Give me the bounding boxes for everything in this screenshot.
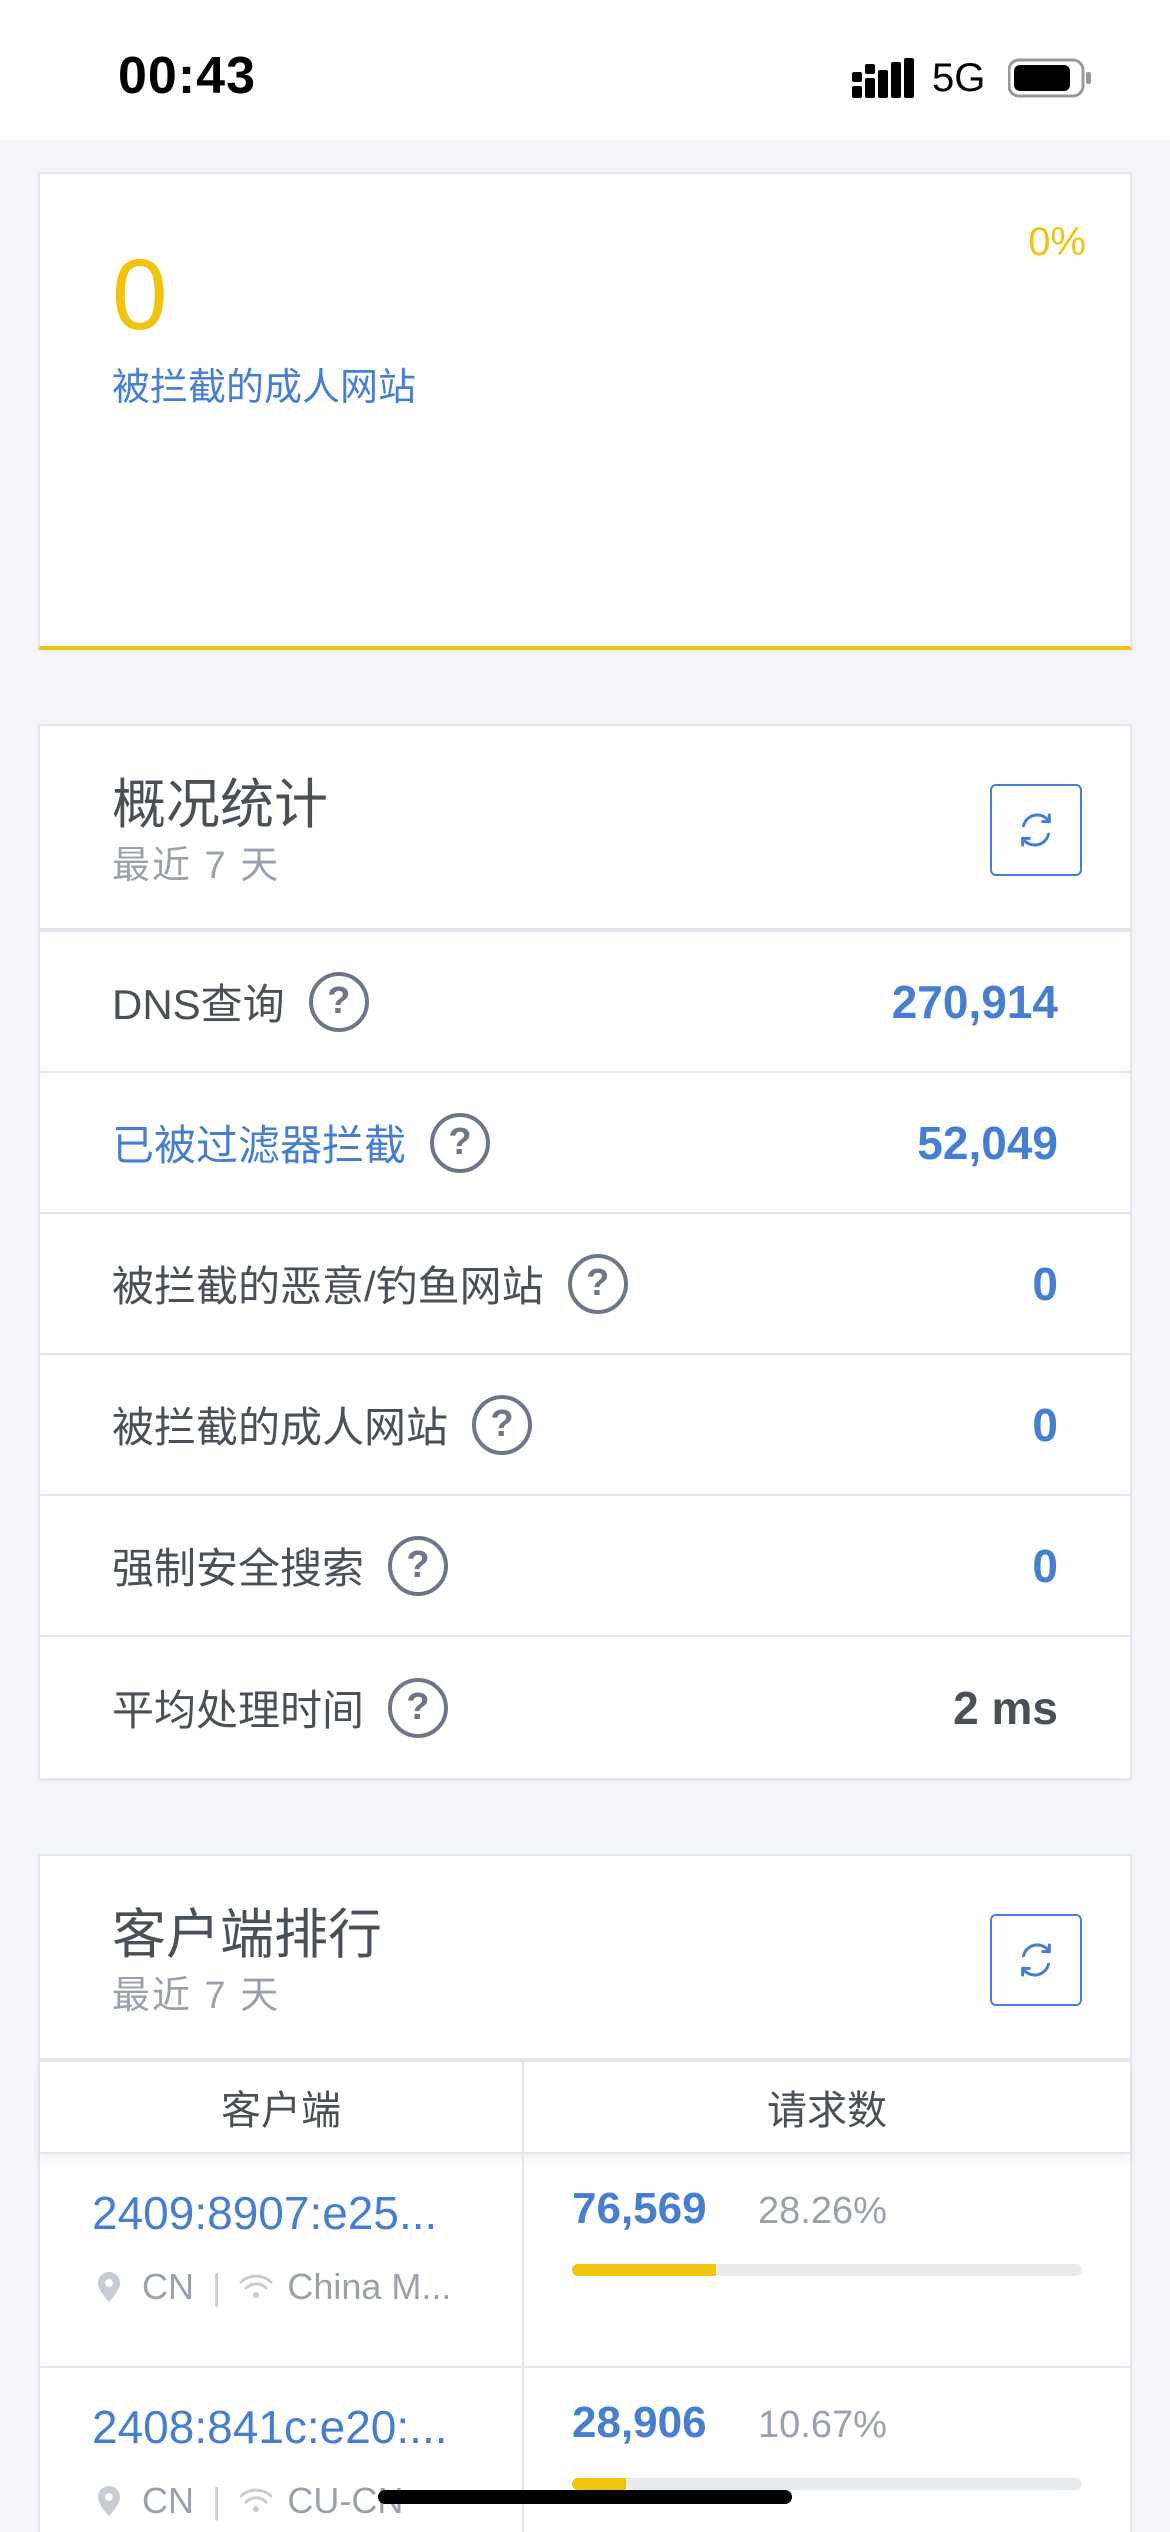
client-country: CN	[142, 2266, 194, 2307]
stat-label: 强制安全搜索	[112, 1545, 365, 1592]
stat-value: 0	[1032, 1257, 1058, 1310]
request-percent: 10.67%	[758, 2404, 887, 2446]
adult-sites-card: 0 被拦截的成人网站 0%	[38, 172, 1132, 650]
home-indicator[interactable]	[378, 2490, 792, 2504]
table-row: 2408:841c:e20:... CN | CU-CN 28,906 10.6…	[40, 2368, 1130, 2532]
battery-icon	[1008, 58, 1091, 98]
overview-title: 概况统计	[112, 775, 328, 835]
overview-refresh-button[interactable]	[990, 784, 1082, 876]
stat-value: 270,914	[891, 975, 1058, 1028]
help-icon[interactable]: ?	[430, 1112, 491, 1173]
signal-icon	[852, 58, 914, 98]
meta-separator: |	[212, 2266, 222, 2307]
stat-row-avg-processing-time: 平均处理时间 ? 2 ms	[40, 1637, 1130, 1778]
adult-sites-label[interactable]: 被拦截的成人网站	[112, 356, 416, 411]
location-pin-icon	[98, 2486, 120, 2516]
overview-header: 概况统计 最近 7 天	[40, 726, 1130, 932]
client-country: CN	[142, 2480, 194, 2521]
stat-label-link[interactable]: 已被过滤器拦截	[112, 1112, 406, 1173]
help-icon[interactable]: ?	[567, 1253, 628, 1314]
requests-cell: 76,569 28.26%	[524, 2154, 1130, 2366]
overview-card: 概况统计 最近 7 天 DNS查询 ? 270,914 已被过滤器拦截 ? 52…	[38, 724, 1132, 1780]
stat-label: DNS查询	[112, 981, 285, 1028]
adult-sites-percent: 0%	[1028, 220, 1086, 264]
client-ip-link[interactable]: 2409:8907:e25...	[92, 2186, 437, 2240]
top-clients-refresh-button[interactable]	[990, 1914, 1082, 2006]
request-progress-bar	[572, 2264, 1082, 2276]
request-percent: 28.26%	[758, 2190, 887, 2232]
status-bar: 00:43 5G	[0, 0, 1170, 140]
network-label: 5G	[932, 56, 986, 100]
column-header-client[interactable]: 客户端	[40, 2062, 524, 2152]
stat-row-adult-sites: 被拦截的成人网站 ? 0	[40, 1355, 1130, 1496]
stat-row-blocked-by-filters: 已被过滤器拦截 ? 52,049	[40, 1073, 1130, 1214]
overview-subtitle: 最近 7 天	[112, 845, 281, 887]
stat-row-malware-phishing: 被拦截的恶意/钓鱼网站 ? 0	[40, 1214, 1130, 1355]
refresh-icon	[1021, 1943, 1051, 1977]
requests-cell: 28,906 10.67%	[524, 2368, 1130, 2532]
help-icon[interactable]: ?	[472, 1394, 533, 1455]
stat-value: 2 ms	[953, 1681, 1058, 1734]
status-time: 00:43	[118, 47, 256, 105]
stat-label: 被拦截的恶意/钓鱼网站	[112, 1263, 544, 1310]
client-ip-link[interactable]: 2408:841c:e20:...	[92, 2400, 448, 2454]
client-cell: 2409:8907:e25... CN | China M...	[40, 2154, 524, 2366]
request-progress-bar	[572, 2478, 1082, 2490]
table-header: 客户端 请求数	[40, 2062, 1130, 2154]
adult-sites-count: 0	[112, 239, 168, 351]
stat-label: 平均处理时间	[112, 1687, 365, 1734]
top-clients-header: 客户端排行 最近 7 天	[40, 1856, 1130, 2062]
request-count: 76,569	[572, 2184, 707, 2233]
request-progress-fill	[572, 2264, 717, 2276]
help-icon[interactable]: ?	[308, 971, 369, 1032]
stat-value: 52,049	[917, 1116, 1058, 1169]
refresh-icon	[1021, 813, 1051, 847]
column-header-requests[interactable]: 请求数	[524, 2062, 1130, 2152]
top-clients-card: 客户端排行 最近 7 天 客户端 请求数 2409:8907:e25... CN…	[38, 1854, 1132, 2532]
wifi-icon	[239, 2274, 273, 2298]
help-icon[interactable]: ?	[388, 1535, 449, 1596]
location-pin-icon	[98, 2272, 120, 2302]
wifi-icon	[239, 2488, 273, 2512]
top-clients-title: 客户端排行	[112, 1905, 382, 1965]
table-row: 2409:8907:e25... CN | China M... 76,569 …	[40, 2154, 1130, 2368]
stat-label: 被拦截的成人网站	[112, 1404, 449, 1451]
request-count: 28,906	[572, 2398, 707, 2447]
meta-separator: |	[212, 2480, 222, 2521]
stat-value: 0	[1032, 1398, 1058, 1451]
stat-value: 0	[1032, 1539, 1058, 1592]
stat-row-safe-search: 强制安全搜索 ? 0	[40, 1496, 1130, 1637]
client-meta: CN | China M...	[98, 2266, 451, 2308]
client-cell: 2408:841c:e20:... CN | CU-CN	[40, 2368, 524, 2532]
request-progress-fill	[572, 2478, 627, 2490]
client-network: China M...	[287, 2266, 452, 2307]
help-icon[interactable]: ?	[388, 1677, 449, 1738]
client-meta: CN | CU-CN	[98, 2480, 403, 2522]
top-clients-subtitle: 最近 7 天	[112, 1975, 281, 2017]
stat-row-dns-queries: DNS查询 ? 270,914	[40, 932, 1130, 1073]
